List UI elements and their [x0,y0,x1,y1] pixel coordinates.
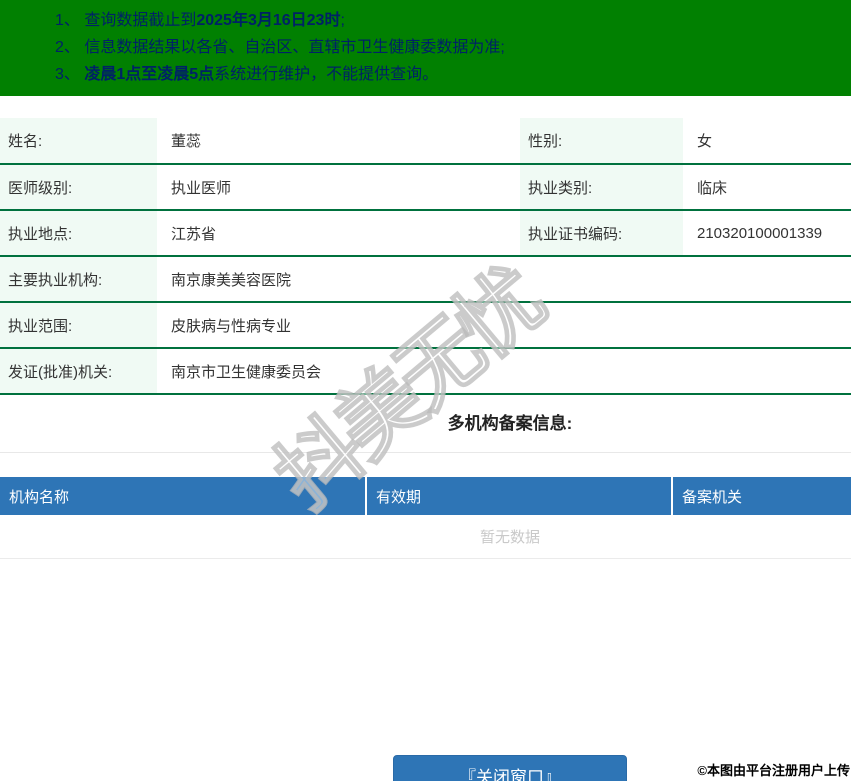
notice-line-1: 1、 查询数据截止到2025年3月16日23时; [55,7,851,34]
issuing-authority-label: 发证(批准)机关: [0,348,157,395]
practice-category-value: 临床 [683,164,851,211]
close-window-button[interactable]: 『关闭窗口』 [393,755,627,781]
practice-category-label: 执业类别: [520,164,683,211]
gender-label: 性别: [520,118,683,165]
practice-location-label: 执业地点: [0,210,157,257]
notice-banner: 1、 查询数据截止到2025年3月16日23时; 2、 信息数据结果以各省、自治… [0,0,851,96]
multi-institution-table: 机构名称 有效期 备案机关 [0,477,851,515]
notice-line-1-suffix: ; [340,12,345,29]
name-label: 姓名: [0,118,157,165]
table-header-row: 机构名称 有效期 备案机关 [0,477,851,515]
multi-institution-section: 多机构备案信息: [0,395,851,453]
practice-scope-value: 皮肤病与性病专业 [157,302,851,349]
gender-value: 女 [683,118,851,165]
notice-line-2-text: 2、 信息数据结果以各省、自治区、直辖市卫生健康委数据为准; [55,39,505,56]
doctor-level-label: 医师级别: [0,164,157,211]
table-row: 执业地点: 江苏省 执业证书编码: 210320100001339 [0,210,851,257]
table-row: 发证(批准)机关: 南京市卫生健康委员会 [0,348,851,395]
main-institution-value: 南京康美美容医院 [157,256,851,303]
issuing-authority-value: 南京市卫生健康委员会 [157,348,851,395]
certificate-number-value: 210320100001339 [683,210,851,257]
no-data-message: 暂无数据 [0,515,851,559]
query-result-page: 1、 查询数据截止到2025年3月16日23时; 2、 信息数据结果以各省、自治… [0,0,851,781]
table-row: 执业范围: 皮肤病与性病专业 [0,302,851,349]
notice-line-3: 3、 凌晨1点至凌晨5点系统进行维护，不能提供查询。 [55,61,851,88]
upload-credit-watermark: ©本图由平台注册用户上传 [697,763,850,778]
notice-line-2: 2、 信息数据结果以各省、自治区、直辖市卫生健康委数据为准; [55,34,851,61]
record-authority-header: 备案机关 [671,477,851,515]
name-value: 董蕊 [157,118,520,165]
notice-line-3-bold: 凌晨1点至凌晨5点 [84,66,215,83]
practitioner-info-table: 姓名: 董蕊 性别: 女 医师级别: 执业医师 执业类别: 临床 执业地点: 江… [0,118,851,395]
notice-line-3-text: 3、 [55,66,85,83]
validity-period-header: 有效期 [365,477,672,515]
certificate-number-label: 执业证书编码: [520,210,683,257]
notice-line-1-text: 1、 查询数据截止到 [55,12,197,29]
main-institution-label: 主要执业机构: [0,256,157,303]
doctor-level-value: 执业医师 [157,164,520,211]
section-heading: 多机构备案信息: [447,414,573,433]
institution-name-header: 机构名称 [0,477,366,515]
table-row: 姓名: 董蕊 性别: 女 [0,118,851,165]
practice-scope-label: 执业范围: [0,302,157,349]
notice-line-3-suffix: 系统进行维护，不能提供查询。 [214,66,439,83]
practice-location-value: 江苏省 [157,210,520,257]
table-row: 主要执业机构: 南京康美美容医院 [0,256,851,303]
notice-line-1-bold: 2025年3月16日23时 [196,12,341,29]
table-row: 医师级别: 执业医师 执业类别: 临床 [0,164,851,211]
